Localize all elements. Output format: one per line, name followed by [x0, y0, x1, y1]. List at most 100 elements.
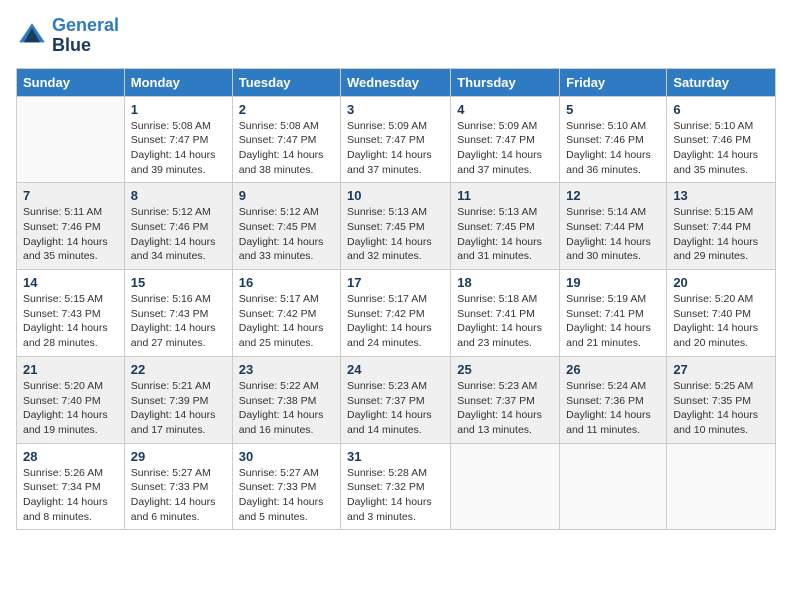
- calendar-cell: 28 Sunrise: 5:26 AM Sunset: 7:34 PM Dayli…: [17, 443, 125, 530]
- day-info: Sunrise: 5:22 AM Sunset: 7:38 PM Dayligh…: [239, 379, 334, 438]
- calendar-table: SundayMondayTuesdayWednesdayThursdayFrid…: [16, 68, 776, 531]
- calendar-cell: 14 Sunrise: 5:15 AM Sunset: 7:43 PM Dayli…: [17, 270, 125, 357]
- page-header: General Blue: [16, 16, 776, 56]
- day-info: Sunrise: 5:20 AM Sunset: 7:40 PM Dayligh…: [23, 379, 118, 438]
- day-info: Sunrise: 5:14 AM Sunset: 7:44 PM Dayligh…: [566, 205, 660, 264]
- day-number: 21: [23, 362, 118, 377]
- day-number: 10: [347, 188, 444, 203]
- calendar-cell: 1 Sunrise: 5:08 AM Sunset: 7:47 PM Daylig…: [124, 96, 232, 183]
- day-number: 1: [131, 102, 226, 117]
- day-number: 30: [239, 449, 334, 464]
- calendar-cell: 13 Sunrise: 5:15 AM Sunset: 7:44 PM Dayli…: [667, 183, 776, 270]
- calendar-cell: 9 Sunrise: 5:12 AM Sunset: 7:45 PM Daylig…: [232, 183, 340, 270]
- week-row-1: 1 Sunrise: 5:08 AM Sunset: 7:47 PM Daylig…: [17, 96, 776, 183]
- day-number: 23: [239, 362, 334, 377]
- week-row-3: 14 Sunrise: 5:15 AM Sunset: 7:43 PM Dayli…: [17, 270, 776, 357]
- day-number: 8: [131, 188, 226, 203]
- day-number: 11: [457, 188, 553, 203]
- calendar-cell: [560, 443, 667, 530]
- calendar-cell: 11 Sunrise: 5:13 AM Sunset: 7:45 PM Dayli…: [451, 183, 560, 270]
- calendar-cell: 18 Sunrise: 5:18 AM Sunset: 7:41 PM Dayli…: [451, 270, 560, 357]
- calendar-cell: 4 Sunrise: 5:09 AM Sunset: 7:47 PM Daylig…: [451, 96, 560, 183]
- day-info: Sunrise: 5:28 AM Sunset: 7:32 PM Dayligh…: [347, 466, 444, 525]
- day-header-saturday: Saturday: [667, 68, 776, 96]
- day-number: 28: [23, 449, 118, 464]
- day-info: Sunrise: 5:26 AM Sunset: 7:34 PM Dayligh…: [23, 466, 118, 525]
- day-number: 17: [347, 275, 444, 290]
- day-number: 12: [566, 188, 660, 203]
- calendar-header-row: SundayMondayTuesdayWednesdayThursdayFrid…: [17, 68, 776, 96]
- week-row-2: 7 Sunrise: 5:11 AM Sunset: 7:46 PM Daylig…: [17, 183, 776, 270]
- week-row-5: 28 Sunrise: 5:26 AM Sunset: 7:34 PM Dayli…: [17, 443, 776, 530]
- day-number: 29: [131, 449, 226, 464]
- calendar-cell: [17, 96, 125, 183]
- day-info: Sunrise: 5:17 AM Sunset: 7:42 PM Dayligh…: [239, 292, 334, 351]
- day-info: Sunrise: 5:27 AM Sunset: 7:33 PM Dayligh…: [131, 466, 226, 525]
- day-number: 9: [239, 188, 334, 203]
- calendar-cell: 12 Sunrise: 5:14 AM Sunset: 7:44 PM Dayli…: [560, 183, 667, 270]
- day-info: Sunrise: 5:12 AM Sunset: 7:46 PM Dayligh…: [131, 205, 226, 264]
- calendar-cell: 26 Sunrise: 5:24 AM Sunset: 7:36 PM Dayli…: [560, 356, 667, 443]
- calendar-cell: 16 Sunrise: 5:17 AM Sunset: 7:42 PM Dayli…: [232, 270, 340, 357]
- day-number: 5: [566, 102, 660, 117]
- calendar-cell: [667, 443, 776, 530]
- day-number: 27: [673, 362, 769, 377]
- day-info: Sunrise: 5:08 AM Sunset: 7:47 PM Dayligh…: [131, 119, 226, 178]
- day-number: 24: [347, 362, 444, 377]
- day-info: Sunrise: 5:09 AM Sunset: 7:47 PM Dayligh…: [457, 119, 553, 178]
- day-number: 16: [239, 275, 334, 290]
- day-number: 31: [347, 449, 444, 464]
- logo: General Blue: [16, 16, 119, 56]
- calendar-cell: 29 Sunrise: 5:27 AM Sunset: 7:33 PM Dayli…: [124, 443, 232, 530]
- day-info: Sunrise: 5:25 AM Sunset: 7:35 PM Dayligh…: [673, 379, 769, 438]
- day-info: Sunrise: 5:20 AM Sunset: 7:40 PM Dayligh…: [673, 292, 769, 351]
- day-number: 13: [673, 188, 769, 203]
- calendar-cell: 6Sunrise: 5:10 AM Sunset: 7:46 PM Daylig…: [667, 96, 776, 183]
- day-info: Sunrise: 5:12 AM Sunset: 7:45 PM Dayligh…: [239, 205, 334, 264]
- day-header-sunday: Sunday: [17, 68, 125, 96]
- day-number: 2: [239, 102, 334, 117]
- day-number: 18: [457, 275, 553, 290]
- day-header-tuesday: Tuesday: [232, 68, 340, 96]
- day-info: Sunrise: 5:18 AM Sunset: 7:41 PM Dayligh…: [457, 292, 553, 351]
- calendar-cell: 22 Sunrise: 5:21 AM Sunset: 7:39 PM Dayli…: [124, 356, 232, 443]
- day-info: Sunrise: 5:15 AM Sunset: 7:44 PM Dayligh…: [673, 205, 769, 264]
- day-number: 26: [566, 362, 660, 377]
- day-number: 7: [23, 188, 118, 203]
- logo-icon: [16, 20, 48, 52]
- calendar-cell: 15Sunrise: 5:16 AM Sunset: 7:43 PM Dayli…: [124, 270, 232, 357]
- calendar-cell: 23 Sunrise: 5:22 AM Sunset: 7:38 PM Dayli…: [232, 356, 340, 443]
- calendar-cell: 24Sunrise: 5:23 AM Sunset: 7:37 PM Dayli…: [341, 356, 451, 443]
- day-number: 20: [673, 275, 769, 290]
- day-number: 4: [457, 102, 553, 117]
- day-info: Sunrise: 5:17 AM Sunset: 7:42 PM Dayligh…: [347, 292, 444, 351]
- week-row-4: 21 Sunrise: 5:20 AM Sunset: 7:40 PM Dayli…: [17, 356, 776, 443]
- calendar-cell: 30 Sunrise: 5:27 AM Sunset: 7:33 PM Dayli…: [232, 443, 340, 530]
- day-info: Sunrise: 5:21 AM Sunset: 7:39 PM Dayligh…: [131, 379, 226, 438]
- day-info: Sunrise: 5:24 AM Sunset: 7:36 PM Dayligh…: [566, 379, 660, 438]
- day-info: Sunrise: 5:11 AM Sunset: 7:46 PM Dayligh…: [23, 205, 118, 264]
- calendar-cell: 3 Sunrise: 5:09 AM Sunset: 7:47 PM Daylig…: [341, 96, 451, 183]
- calendar-cell: 10Sunrise: 5:13 AM Sunset: 7:45 PM Dayli…: [341, 183, 451, 270]
- calendar-cell: 31 Sunrise: 5:28 AM Sunset: 7:32 PM Dayli…: [341, 443, 451, 530]
- calendar-cell: 2 Sunrise: 5:08 AM Sunset: 7:47 PM Daylig…: [232, 96, 340, 183]
- calendar-cell: 7 Sunrise: 5:11 AM Sunset: 7:46 PM Daylig…: [17, 183, 125, 270]
- calendar-cell: 17 Sunrise: 5:17 AM Sunset: 7:42 PM Dayli…: [341, 270, 451, 357]
- day-header-monday: Monday: [124, 68, 232, 96]
- day-info: Sunrise: 5:15 AM Sunset: 7:43 PM Dayligh…: [23, 292, 118, 351]
- day-info: Sunrise: 5:10 AM Sunset: 7:46 PM Dayligh…: [566, 119, 660, 178]
- calendar-cell: 25 Sunrise: 5:23 AM Sunset: 7:37 PM Dayli…: [451, 356, 560, 443]
- day-number: 25: [457, 362, 553, 377]
- day-info: Sunrise: 5:09 AM Sunset: 7:47 PM Dayligh…: [347, 119, 444, 178]
- calendar-cell: 19Sunrise: 5:19 AM Sunset: 7:41 PM Dayli…: [560, 270, 667, 357]
- day-number: 14: [23, 275, 118, 290]
- day-number: 22: [131, 362, 226, 377]
- calendar-cell: 5 Sunrise: 5:10 AM Sunset: 7:46 PM Daylig…: [560, 96, 667, 183]
- calendar-body: 1 Sunrise: 5:08 AM Sunset: 7:47 PM Daylig…: [17, 96, 776, 530]
- day-info: Sunrise: 5:27 AM Sunset: 7:33 PM Dayligh…: [239, 466, 334, 525]
- day-info: Sunrise: 5:16 AM Sunset: 7:43 PM Dayligh…: [131, 292, 226, 351]
- day-info: Sunrise: 5:13 AM Sunset: 7:45 PM Dayligh…: [457, 205, 553, 264]
- day-info: Sunrise: 5:23 AM Sunset: 7:37 PM Dayligh…: [457, 379, 553, 438]
- day-number: 3: [347, 102, 444, 117]
- day-info: Sunrise: 5:08 AM Sunset: 7:47 PM Dayligh…: [239, 119, 334, 178]
